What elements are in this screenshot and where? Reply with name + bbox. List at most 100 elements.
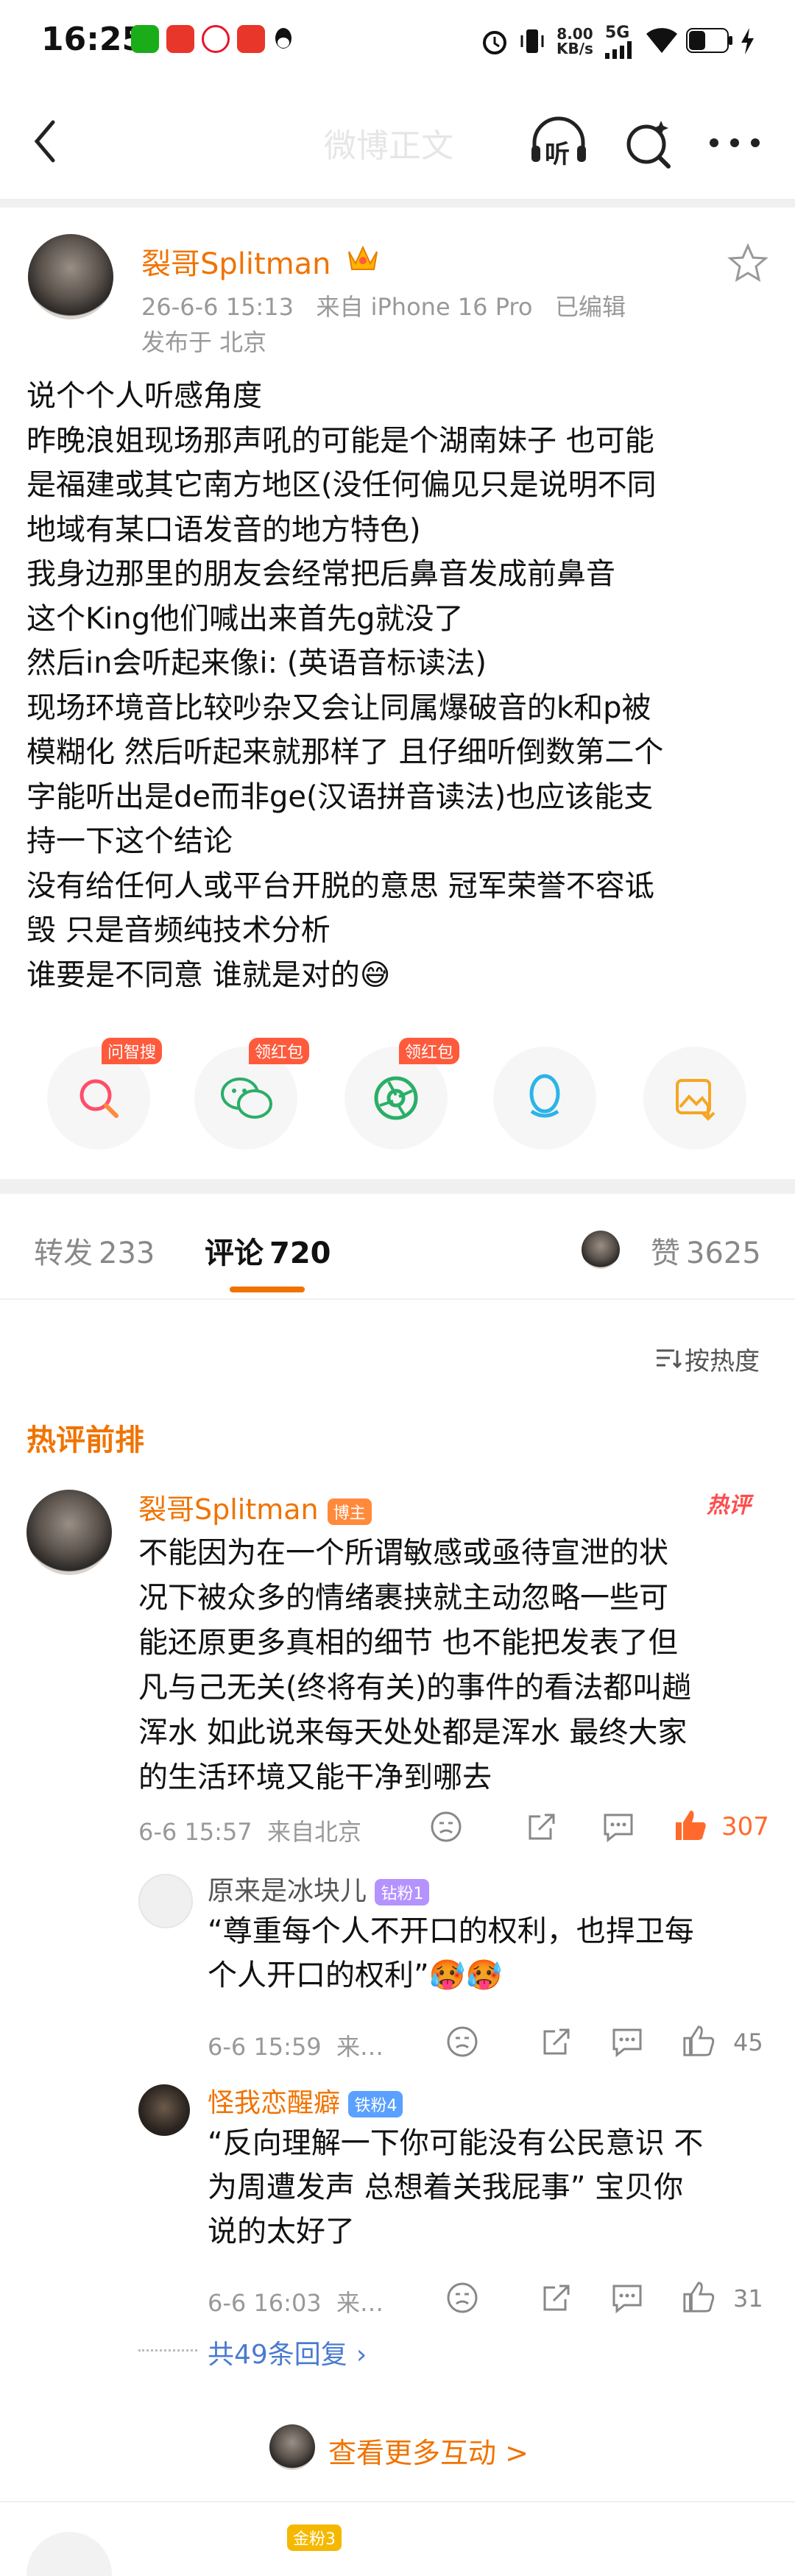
reply-meta: 6-6 15:59 来… (208, 2033, 384, 2061)
post-line: 是福建或其它南方地区(没任何偏见只是说明不同 (26, 468, 657, 502)
post-line: 谁要是不同意 谁就是对的 (26, 958, 360, 992)
net-speed: 8.00 KB/s (556, 25, 593, 57)
qq-notification-icon (272, 25, 294, 53)
fan-badge: 铁粉4 (348, 2091, 403, 2117)
like-icon[interactable] (682, 2024, 716, 2061)
reply-icon[interactable] (611, 2025, 643, 2061)
battery-icon (686, 28, 733, 53)
wechat-icon (221, 1078, 272, 1119)
status-time: 16:25 (41, 21, 145, 58)
post-line: 然后in会听起来像i: (英语音标读法) (26, 646, 487, 680)
reply-avatar[interactable] (138, 1874, 193, 1928)
divider-dots (138, 2349, 197, 2352)
post-line: 毁 只是音频纯技术分析 (26, 913, 331, 947)
wifi-icon (645, 25, 679, 54)
view-more-interactions-link[interactable]: 查看更多互动 > (328, 2430, 529, 2471)
blogger-badge: 博主 (327, 1498, 372, 1525)
post-line: 昨晚浪姐现场那声吼的可能是个湖南妹子 也可能 (26, 423, 654, 458)
emoji: 😅 (359, 958, 391, 992)
reply-meta: 6-6 16:03 来… (208, 2289, 384, 2317)
back-icon[interactable] (25, 115, 69, 166)
share-ai-search-button[interactable]: 问智搜 (47, 1038, 163, 1150)
alarm-icon (480, 26, 509, 56)
post-line: 我身边那里的朋友会经常把后鼻音发成前鼻音 (26, 557, 615, 591)
reply-like-count: 45 (733, 2028, 763, 2056)
post-body: 说个个人听感角度 昨晚浪姐现场那声吼的可能是个湖南妹子 也可能 是福建或其它南方… (26, 374, 770, 997)
app-notification-icon (166, 25, 194, 53)
favorite-star-icon[interactable] (727, 243, 768, 284)
post-line: 没有给任何人或平台开脱的意思 冠军荣誉不容诋 (26, 868, 654, 903)
post-line: 说个个人听感角度 (26, 379, 262, 413)
author-name[interactable]: 裂哥Splitman (141, 240, 331, 283)
ai-search-icon[interactable] (623, 113, 674, 172)
active-tab-indicator (230, 1287, 305, 1292)
network-type: 5G (605, 24, 630, 42)
like-icon-active[interactable] (673, 1808, 708, 1846)
signal-icon (605, 41, 635, 59)
commenter-avatar[interactable] (26, 1490, 112, 1575)
wechat-notification-icon (131, 25, 159, 53)
post-line: 持一下这个结论 (26, 824, 233, 858)
vibrate-icon (520, 26, 545, 56)
dislike-icon[interactable] (446, 2025, 478, 2061)
reply-avatar[interactable] (138, 2084, 190, 2136)
repost-icon[interactable] (526, 1811, 558, 1846)
shop-notification-icon (237, 25, 265, 53)
tab-repost[interactable]: 转发 233 (34, 1229, 155, 1272)
qq-icon (529, 1074, 560, 1118)
share-tag: 领红包 (399, 1038, 460, 1064)
post-line: 现场环境音比较吵杂又会让同属爆破音的k和p被 (26, 690, 651, 725)
comment-meta: 6-6 15:57 来自北京 (138, 1818, 362, 1846)
reply-like-count: 31 (733, 2285, 763, 2313)
post-line: 模糊化 然后听起来就那样了 且仔细听倒数第二个 (26, 735, 664, 769)
divider (0, 2501, 795, 2502)
dislike-icon[interactable] (430, 1811, 462, 1846)
author-avatar[interactable] (28, 234, 113, 319)
reply-body: “反向理解一下你可能没有公民意识 不 为周遭发声 总想着关我屁事” 宝贝你 说的… (208, 2126, 704, 2248)
repost-icon[interactable] (540, 2025, 573, 2061)
section-divider (0, 1179, 795, 1194)
post-meta: 26-6-6 15:13 来自 iPhone 16 Pro 已编辑 (141, 293, 626, 321)
post-line: 这个King他们喊出来首先g就没了 (26, 601, 464, 636)
liker-avatar (582, 1231, 620, 1269)
share-qq-button[interactable] (493, 1047, 596, 1150)
dislike-icon[interactable] (446, 2282, 478, 2317)
share-wechat-button[interactable]: 领红包 (194, 1038, 310, 1150)
replies-container: 原来是冰块儿 钻粉1 “尊重每个人不开口的权利，也捍卫每 个人开口的权利”🥵🥵 … (138, 1869, 779, 2385)
post-location: 发布于 北京 (141, 328, 267, 356)
reply-icon[interactable] (602, 1811, 635, 1846)
share-moments-button[interactable]: 领红包 (344, 1038, 460, 1150)
next-commenter-badge: 金粉3 (287, 2524, 342, 2551)
next-commenter-avatar[interactable] (26, 2532, 112, 2576)
listen-button[interactable]: 听 (527, 113, 590, 172)
listen-label: 听 (545, 140, 570, 169)
repost-icon[interactable] (540, 2282, 573, 2317)
more-icon[interactable] (707, 135, 763, 150)
sort-icon (655, 1347, 685, 1376)
fan-badge: 钻粉1 (375, 1879, 430, 1906)
commenter-name[interactable]: 裂哥Splitman 博主 (138, 1487, 372, 1527)
page-title: 微博正文 (324, 127, 453, 165)
reply-icon[interactable] (611, 2282, 643, 2317)
like-count: 307 (721, 1812, 769, 1841)
weibo-notification-icon (202, 25, 230, 53)
post-line: 地域有某口语发音的地方特色) (26, 512, 421, 547)
share-tag: 问智搜 (102, 1038, 163, 1064)
like-icon[interactable] (682, 2280, 716, 2317)
status-bar: 16:25 8.00 KB/s 5G (0, 0, 795, 88)
share-tag: 领红包 (249, 1038, 310, 1064)
tab-like[interactable]: 赞 3625 (651, 1229, 761, 1272)
save-image-icon (676, 1079, 716, 1121)
sort-by-hot-button[interactable]: 按热度 (655, 1341, 760, 1377)
view-all-replies-link[interactable]: 共49条回复 › (208, 2333, 367, 2371)
reply-author[interactable]: 原来是冰块儿 钻粉1 (208, 1869, 430, 1908)
hot-comment-tag: 热评 (707, 1493, 751, 1518)
crown-badge-icon (346, 243, 380, 274)
charging-icon (739, 26, 755, 56)
divider (0, 199, 795, 208)
reply-author[interactable]: 怪我恋醒癖 铁粉4 (208, 2081, 403, 2120)
search-icon (80, 1079, 119, 1118)
save-image-button[interactable] (643, 1047, 746, 1150)
reply-body: “尊重每个人不开口的权利，也捍卫每 个人开口的权利”🥵🥵 (208, 1914, 694, 1992)
tab-comment[interactable]: 评论 720 (205, 1229, 331, 1272)
